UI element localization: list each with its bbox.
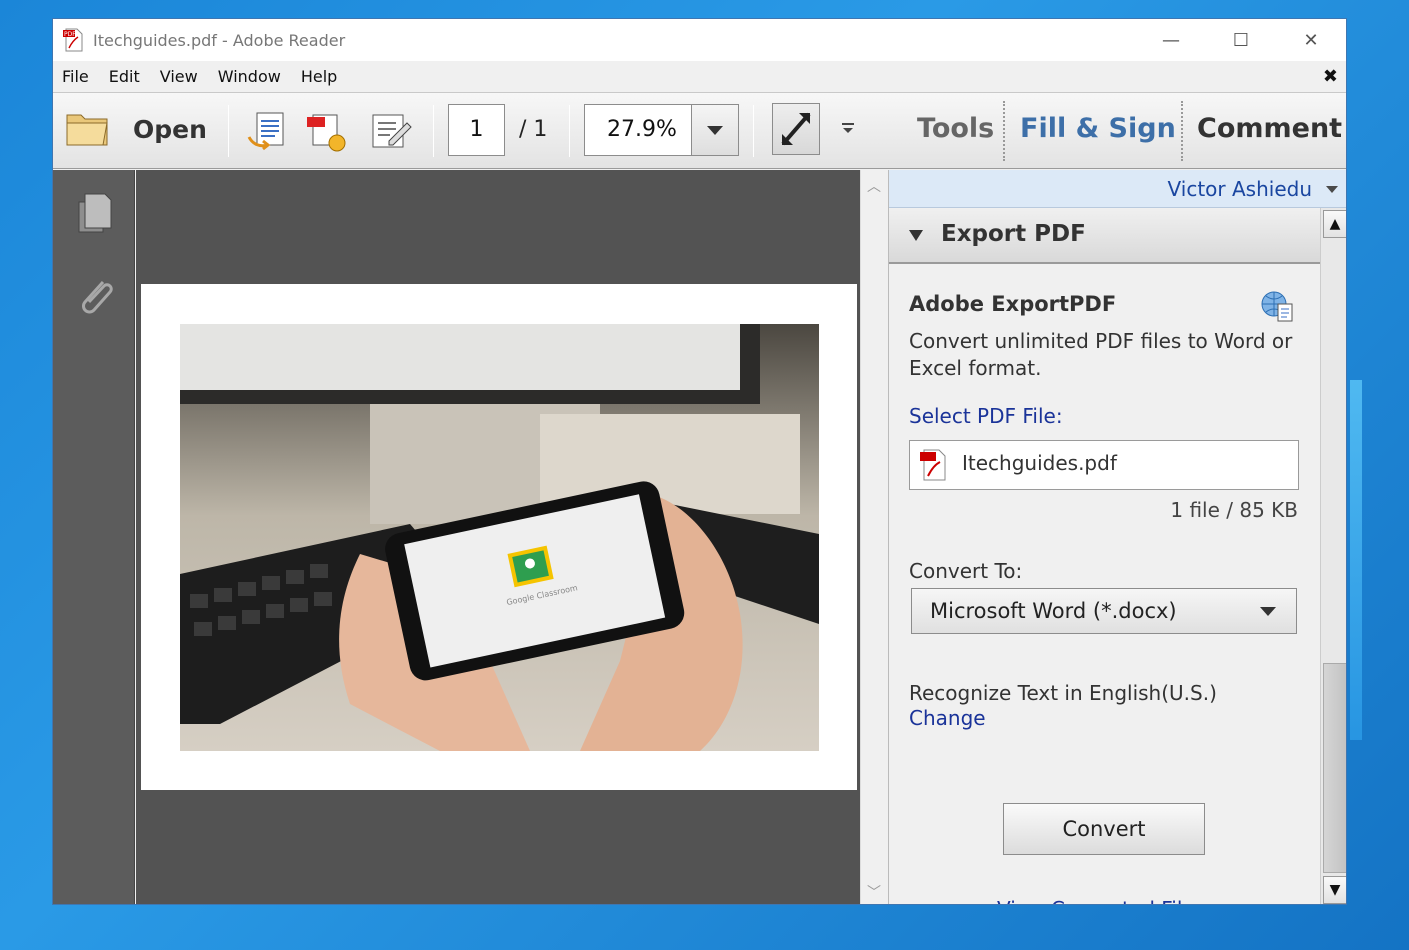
title-bar: PDF Itechguides.pdf - Adobe Reader — ☐ ✕ [53, 19, 1346, 61]
view-converted-files-link[interactable]: View Converted Files [997, 897, 1205, 904]
user-name[interactable]: Victor Ashiedu [1168, 177, 1312, 201]
select-file-label: Select PDF File: [909, 404, 1063, 428]
maximize-button[interactable]: ☐ [1206, 19, 1276, 61]
svg-text:PDF: PDF [64, 31, 76, 38]
chevron-down-icon[interactable] [1326, 186, 1338, 193]
selected-file-field[interactable]: Itechguides.pdf [909, 440, 1299, 490]
toolbar-separator [569, 105, 570, 157]
window-title: Itechguides.pdf - Adobe Reader [93, 30, 346, 50]
desktop-background-accent [1350, 380, 1362, 740]
ocr-language-text: Recognize Text in English(U.S.) [909, 681, 1217, 705]
document-scrollbar[interactable]: ︿ ﹀ [860, 170, 887, 904]
document-photo: Google Classroom [180, 324, 819, 751]
file-name: Itechguides.pdf [962, 451, 1117, 475]
scroll-down-button[interactable]: ▼ [1323, 876, 1346, 904]
panel-scrollbar[interactable]: ▲ ▼ [1320, 208, 1346, 904]
open-button[interactable]: Open [133, 115, 207, 144]
edit-document-icon[interactable] [369, 109, 413, 153]
toolbar-separator [228, 105, 229, 157]
tab-comment[interactable]: Comment [1197, 113, 1342, 144]
file-size: 1 file / 85 KB [1170, 498, 1298, 522]
panel-title[interactable]: Export PDF [941, 221, 1086, 247]
toolbar-separator [433, 105, 434, 157]
toolbar-options-icon[interactable] [839, 119, 859, 139]
tab-fill-sign[interactable]: Fill & Sign [1020, 113, 1176, 144]
user-account-row[interactable]: Victor Ashiedu [889, 170, 1346, 208]
scroll-up-icon[interactable]: ︿ [867, 176, 881, 196]
menu-bar: File Edit View Window Help ✖ [53, 61, 1346, 93]
tab-separator [1181, 101, 1183, 161]
create-pdf-icon[interactable] [305, 109, 349, 153]
folder-open-icon[interactable] [65, 109, 111, 147]
navigation-pane [53, 170, 135, 904]
page-total: / 1 [519, 117, 548, 142]
adobe-reader-window: PDF Itechguides.pdf - Adobe Reader — ☐ ✕… [52, 18, 1347, 905]
pages-icon[interactable] [73, 188, 115, 238]
pdf-file-icon: PDF [63, 28, 85, 52]
convert-format-value: Microsoft Word (*.docx) [930, 599, 1177, 623]
scroll-up-button[interactable]: ▲ [1323, 210, 1346, 238]
export-description: Convert unlimited PDF files to Word or E… [909, 329, 1293, 380]
convert-button[interactable]: Convert [1003, 803, 1205, 855]
menu-window[interactable]: Window [218, 67, 281, 86]
menu-edit[interactable]: Edit [109, 67, 140, 86]
toolbar-separator [753, 105, 754, 157]
main-toolbar: Open 1 / 1 27.9% Tools Fill & Sign Comme… [53, 93, 1346, 169]
scroll-thumb[interactable] [1323, 663, 1346, 873]
tab-tools[interactable]: Tools [917, 113, 994, 144]
globe-document-icon [1260, 290, 1294, 322]
menu-help[interactable]: Help [301, 67, 337, 86]
convert-format-select[interactable]: Microsoft Word (*.docx) [911, 588, 1297, 634]
convert-to-pdf-icon[interactable] [245, 109, 289, 153]
export-pdf-pane: Victor Ashiedu Export PDF ▲ ▼ Adobe Expo… [888, 170, 1346, 904]
close-window-button[interactable]: ✕ [1276, 19, 1346, 61]
pdf-file-icon [920, 449, 948, 481]
expand-arrows-icon [781, 112, 811, 146]
tab-separator [1003, 101, 1005, 161]
export-pdf-header[interactable]: Export PDF [889, 208, 1320, 264]
collapse-triangle-icon[interactable] [909, 230, 923, 241]
close-document-button[interactable]: ✖ [1323, 66, 1338, 87]
scroll-down-icon[interactable]: ﹀ [867, 882, 881, 902]
change-language-link[interactable]: Change [909, 706, 986, 730]
zoom-dropdown-button[interactable] [691, 104, 739, 156]
chevron-down-icon [1260, 607, 1276, 616]
menu-file[interactable]: File [62, 67, 89, 86]
attachment-icon[interactable] [73, 272, 115, 322]
menu-view[interactable]: View [160, 67, 198, 86]
page-number-input[interactable]: 1 [448, 104, 505, 156]
minimize-button[interactable]: — [1136, 19, 1206, 61]
full-screen-button[interactable] [772, 103, 820, 155]
export-heading: Adobe ExportPDF [909, 292, 1117, 316]
convert-to-label: Convert To: [909, 559, 1023, 583]
